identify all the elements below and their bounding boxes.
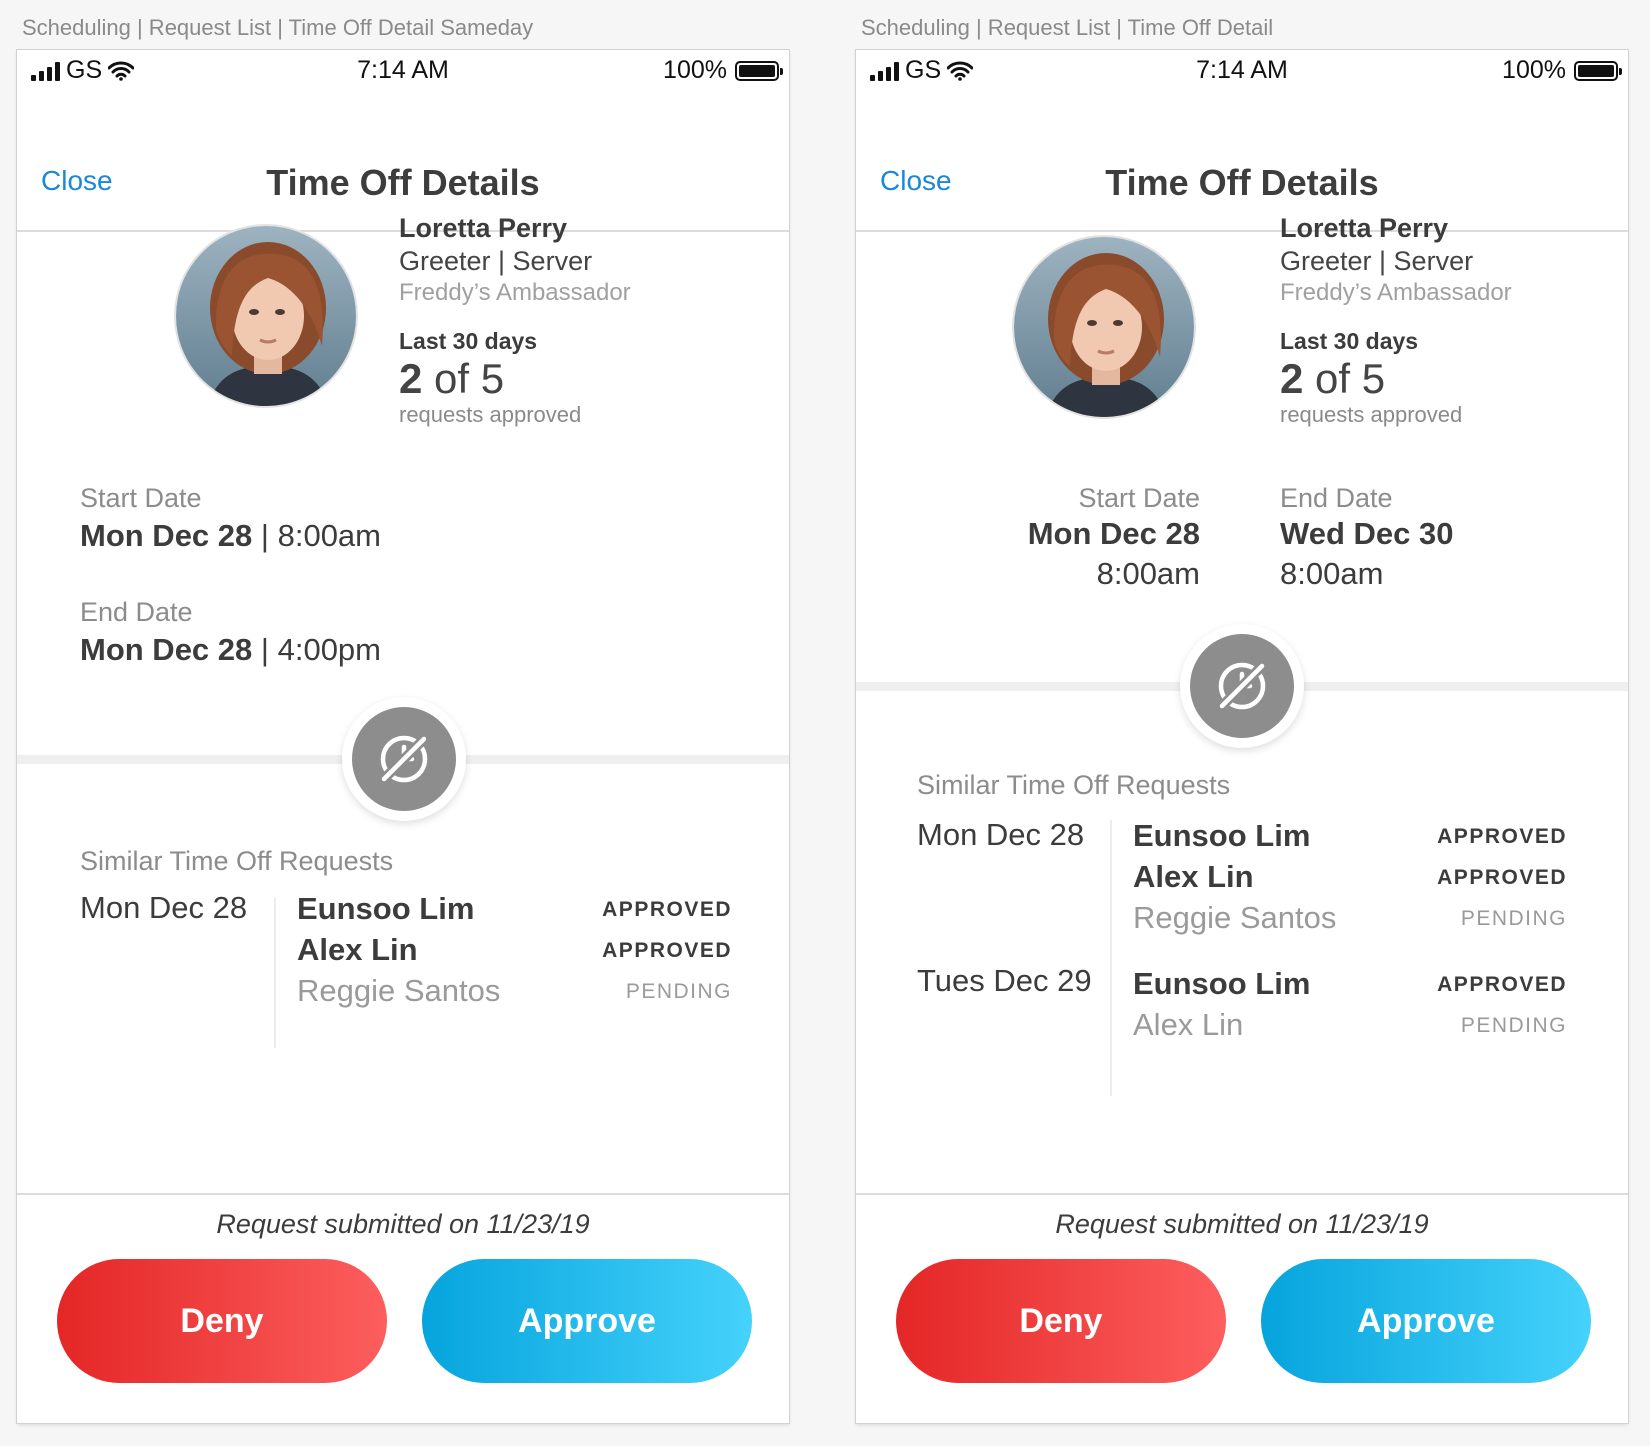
employee-team: Freddy’s Ambassador [399,279,631,306]
similar-row-status: PENDING [1460,907,1567,930]
overtime-badge [342,697,466,821]
similar-row-name: Reggie Santos [1133,900,1337,935]
employee-name: Loretta Perry [1280,213,1449,243]
page-title: Time Off Details [1105,162,1379,203]
battery-percent: 100% [663,56,727,84]
similar-row-name: Alex Lin [1133,859,1254,894]
similar-group-date: Mon Dec 28 [80,890,248,925]
similar-row-status: PENDING [625,980,732,1003]
start-date-value: Mon Dec 28 | 8:00am [80,518,381,554]
employee-info: Loretta Perry Greeter | Server Freddy’s … [399,212,631,428]
battery-icon [1574,60,1622,81]
similar-requests-title: Similar Time Off Requests [80,846,394,876]
similar-row-status: APPROVED [1437,825,1567,848]
similar-row-status: PENDING [1460,1014,1567,1037]
submitted-date: Request submitted on 11/23/19 [1055,1209,1429,1239]
deny-button[interactable]: Deny [57,1259,387,1383]
deny-button[interactable]: Deny [896,1259,1226,1383]
end-date-time: 8:00am [1280,556,1384,591]
similar-row-name: Eunsoo Lim [1133,818,1311,853]
similar-requests-title: Similar Time Off Requests [917,770,1231,800]
approved-count: 2 of 5 [1280,356,1512,402]
similar-group-divider [274,898,276,1048]
status-bar: GS 7:14 AM 100% [856,50,1628,94]
approved-count-label: requests approved [399,402,582,427]
screen-caption: Scheduling | Request List | Time Off Det… [861,15,1274,40]
start-date-time: 8:00am [277,518,381,553]
employee-info: Loretta Perry Greeter | Server Freddy’s … [1280,212,1512,428]
start-date-day: Mon Dec 28 [80,518,253,553]
similar-row-status: APPROVED [602,898,732,921]
avatar [174,224,358,408]
status-bar: GS 7:14 AM 100% [17,50,789,94]
similar-row-name: Eunsoo Lim [297,891,475,926]
page-title: Time Off Details [266,162,540,203]
overtime-badge [1180,624,1304,748]
approved-count-label: requests approved [1280,402,1463,427]
similar-group-divider [1110,820,1112,1096]
start-date-separator: | [260,518,269,553]
stats-period: Last 30 days [1280,328,1419,354]
end-date-time: 4:00pm [277,632,381,667]
end-date-label: End Date [80,597,193,627]
phone-screen-multiday: GS 7:14 AM 100% Close Time Off Details L… [856,50,1628,1423]
employee-team: Freddy’s Ambassador [1280,279,1512,306]
battery-percent: 100% [1502,56,1566,84]
end-date-day: Mon Dec 28 [80,632,253,667]
screen-caption: Scheduling | Request List | Time Off Det… [22,15,534,40]
submitted-date: Request submitted on 11/23/19 [216,1209,590,1239]
similar-row-name: Eunsoo Lim [1133,966,1311,1001]
similar-group-date: Mon Dec 28 [917,817,1085,852]
approve-button[interactable]: Approve [422,1259,752,1383]
similar-row-status: APPROVED [602,939,732,962]
similar-row-name: Alex Lin [297,932,418,967]
action-footer: Request submitted on 11/23/19 Deny Appro… [856,1193,1628,1423]
stats-period: Last 30 days [399,328,538,354]
start-date-label: Start Date [1078,483,1200,513]
start-date-time: 8:00am [1096,556,1200,591]
phone-screen-sameday: GS 7:14 AM 100% Close Time Off Details L… [17,50,789,1423]
similar-row-name: Reggie Santos [297,973,501,1008]
avatar-photo [176,226,356,406]
battery-icon [735,60,783,81]
approved-count-value: 2 [1280,355,1304,402]
approved-count-total: of 5 [1315,355,1386,402]
similar-group-date: Tues Dec 29 [917,963,1092,998]
avatar-photo [1014,237,1194,417]
approved-count-value: 2 [399,355,423,402]
approved-count: 2 of 5 [399,356,631,402]
employee-role: Greeter | Server [1280,246,1474,276]
employee-role: Greeter | Server [399,246,593,276]
no-overtime-icon [1218,662,1266,710]
nav-bar: Close Time Off Details [856,102,1628,232]
end-date-day: Wed Dec 30 [1280,516,1454,551]
end-date-value: Mon Dec 28 | 4:00pm [80,632,381,668]
employee-name: Loretta Perry [399,213,568,243]
approved-count-total: of 5 [434,355,505,402]
avatar [1012,235,1196,419]
start-date-label: Start Date [80,483,202,513]
similar-row-status: APPROVED [1437,973,1567,996]
end-date-block: End Date Wed Dec 30 8:00am [1280,483,1453,592]
similar-row-name: Alex Lin [1133,1007,1244,1042]
end-date-separator: | [260,632,269,667]
approve-button[interactable]: Approve [1261,1259,1591,1383]
action-footer: Request submitted on 11/23/19 Deny Appro… [17,1193,789,1423]
no-overtime-icon [380,735,428,783]
start-date-day: Mon Dec 28 [1027,516,1200,551]
end-date-label: End Date [1280,483,1393,513]
start-date-block: Start Date Mon Dec 28 8:00am [1028,483,1200,592]
similar-row-status: APPROVED [1437,866,1567,889]
